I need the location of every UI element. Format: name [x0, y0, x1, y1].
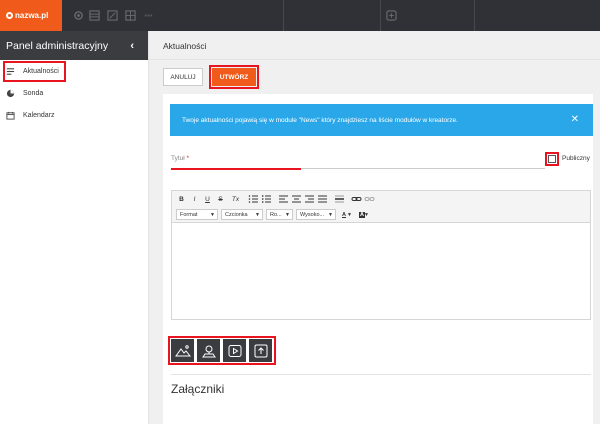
- underline-button[interactable]: U: [202, 194, 213, 204]
- chevron-down-icon: ▼: [328, 211, 333, 218]
- bold-button[interactable]: B: [176, 194, 187, 204]
- cancel-button[interactable]: ANULUJ: [163, 68, 203, 86]
- format-select[interactable]: Format ▼: [176, 209, 218, 220]
- settings-icon[interactable]: [73, 10, 84, 21]
- highlight-frame: [3, 61, 66, 82]
- highlight-frame: [209, 65, 259, 89]
- sidebar-item-kalendarz[interactable]: Kalendarz: [6, 105, 55, 125]
- divider: [149, 59, 600, 60]
- align-right-icon[interactable]: [304, 194, 315, 204]
- add-icon[interactable]: [386, 10, 397, 21]
- toolbar-separator: [474, 0, 475, 31]
- insert-video-button[interactable]: [223, 339, 246, 362]
- attachments-title: Załączniki: [171, 382, 225, 396]
- title-input[interactable]: [171, 168, 301, 170]
- horizontal-rule-icon[interactable]: [334, 194, 345, 204]
- brand-name: nazwa.pl: [15, 11, 49, 20]
- page-title: Aktualności: [163, 41, 207, 51]
- align-left-icon[interactable]: [278, 194, 289, 204]
- public-label: Publiczny: [562, 155, 590, 162]
- sidebar-header: Panel administracyjny ‹: [0, 31, 148, 60]
- toolbar-separator: [380, 0, 381, 31]
- top-bar: nazwa.pl: [0, 0, 600, 31]
- unordered-list-icon[interactable]: [261, 194, 272, 204]
- more-icon[interactable]: [143, 10, 154, 21]
- editor-toolbar: B I U S Tx Format ▼ Czcionka ▼ Ro... ▼ Wyso…: [172, 191, 590, 223]
- image-icon: [174, 344, 191, 356]
- link-icon[interactable]: [351, 194, 362, 204]
- chevron-down-icon: ▼: [255, 211, 260, 218]
- collapse-icon[interactable]: ‹: [130, 40, 134, 52]
- title-label-text: Tytuł: [171, 155, 185, 162]
- insert-image-button[interactable]: [171, 339, 194, 362]
- upload-icon: [254, 344, 267, 357]
- insert-map-button[interactable]: [197, 339, 220, 362]
- text-color-label: A: [342, 211, 346, 218]
- calendar-icon: [6, 111, 15, 120]
- chevron-down-icon: ▼: [210, 211, 215, 218]
- alert-text: Twoje aktualności pojawią się w module "…: [182, 116, 458, 124]
- text-color-button[interactable]: A ▼: [339, 209, 354, 220]
- video-icon: [228, 344, 241, 357]
- resize-icon[interactable]: [107, 10, 118, 21]
- strike-button[interactable]: S: [215, 194, 226, 204]
- toolbar-separator: [283, 0, 284, 31]
- chevron-down-icon: ▼: [347, 211, 352, 218]
- info-alert: Twoje aktualności pojawią się w module "…: [170, 104, 593, 136]
- font-select-label: Czcionka: [225, 211, 248, 218]
- layout-icon[interactable]: [125, 10, 136, 21]
- font-select[interactable]: Czcionka ▼: [221, 209, 263, 220]
- size-select[interactable]: Ro... ▼: [266, 209, 293, 220]
- clear-format-button[interactable]: Tx: [230, 194, 241, 204]
- logo-icon: [6, 12, 13, 19]
- format-select-label: Format: [180, 211, 198, 218]
- map-pin-icon: [201, 345, 216, 357]
- upload-file-button[interactable]: [249, 339, 272, 362]
- rich-text-editor: B I U S Tx Format ▼ Czcionka ▼ Ro... ▼ Wyso…: [171, 190, 591, 320]
- align-center-icon[interactable]: [291, 194, 302, 204]
- sidebar-item-sonda[interactable]: Sonda: [6, 83, 43, 103]
- sidebar-item-label: Kalendarz: [23, 111, 55, 119]
- unlink-icon[interactable]: [364, 194, 375, 204]
- chevron-down-icon: ▼: [364, 211, 369, 218]
- highlight-frame: [545, 152, 559, 166]
- line-height-select-label: Wysoko...: [300, 211, 325, 218]
- align-justify-icon[interactable]: [317, 194, 328, 204]
- sidebar-item-label: Sonda: [23, 89, 44, 97]
- grid-icon[interactable]: [89, 10, 100, 21]
- title-field-label: Tytuł *: [171, 155, 189, 162]
- size-select-label: Ro...: [270, 211, 282, 218]
- chevron-down-icon: ▼: [285, 211, 290, 218]
- italic-button[interactable]: I: [189, 194, 200, 204]
- title-input-underline[interactable]: [301, 168, 545, 169]
- divider: [171, 374, 591, 375]
- line-height-select[interactable]: Wysoko... ▼: [296, 209, 336, 220]
- required-marker: *: [186, 155, 190, 162]
- sidebar-title: Panel administracyjny: [6, 39, 109, 52]
- pie-chart-icon: [6, 89, 15, 97]
- bg-color-button[interactable]: A ▼: [356, 209, 371, 220]
- brand-logo[interactable]: nazwa.pl: [0, 0, 62, 31]
- ordered-list-icon[interactable]: [248, 194, 259, 204]
- close-icon[interactable]: ✕: [571, 114, 579, 125]
